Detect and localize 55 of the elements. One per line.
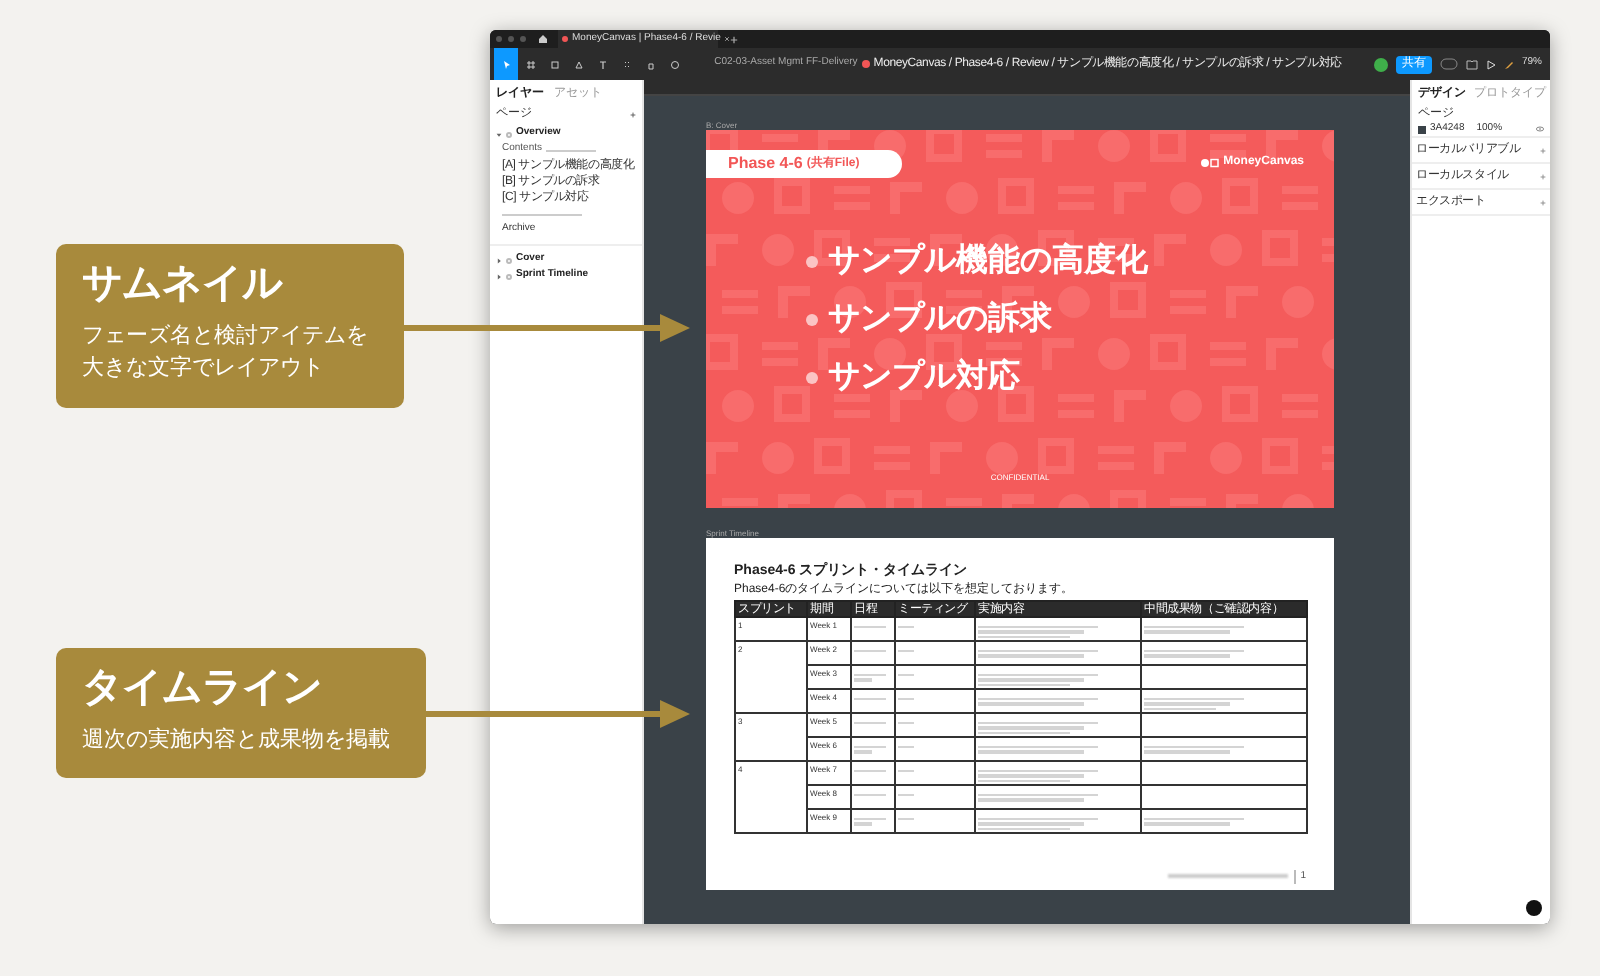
callout-title: サムネイル (82, 260, 285, 310)
blurred-text (978, 625, 1098, 638)
home-icon[interactable] (538, 34, 548, 44)
cursor-icon (501, 59, 511, 69)
play-icon[interactable] (1485, 59, 1496, 69)
bullet-text: サンプル機能の高度化 (828, 240, 1148, 282)
square-icon (550, 59, 560, 69)
blurred-text (1144, 697, 1244, 710)
blurred-text (1144, 745, 1244, 753)
callout-description: 週次の実施内容と成果物を掲載 (82, 725, 390, 756)
blurred-text (978, 817, 1098, 830)
bullet-icon (806, 313, 818, 325)
blurred-text (854, 745, 886, 753)
page-icon (506, 257, 512, 263)
blurred-text (1168, 874, 1289, 879)
blurred-text (1144, 649, 1244, 657)
eye-icon[interactable] (1536, 126, 1544, 132)
callout-description: 大きな文字でレイアウト (82, 353, 324, 384)
avatar-icon[interactable] (1373, 57, 1388, 71)
file-icon (562, 36, 568, 42)
blurred-text (854, 673, 886, 681)
add-icon[interactable] (630, 111, 636, 117)
text-icon (598, 59, 608, 69)
page-icon (506, 273, 512, 279)
blurred-text (978, 673, 1098, 686)
callout-title: タイムライン (82, 664, 324, 714)
bullet-text: サンプル対応 (828, 356, 1020, 398)
bullet-icon (806, 371, 818, 383)
color-swatch[interactable] (1418, 125, 1426, 133)
page-icon (506, 131, 512, 137)
blurred-text (854, 817, 886, 825)
book-icon[interactable] (1465, 59, 1478, 69)
caret-icon[interactable] (496, 131, 502, 137)
blurred-text (1144, 625, 1244, 633)
blurred-text (978, 793, 1098, 801)
frame-icon (526, 59, 536, 69)
bullet-icon (806, 255, 818, 267)
blurred-text (978, 769, 1098, 782)
add-icon[interactable] (1540, 173, 1546, 179)
file-icon (861, 60, 870, 68)
blurred-text (978, 697, 1098, 705)
add-icon[interactable] (1540, 199, 1546, 205)
blurred-text (978, 721, 1098, 734)
blurred-text (978, 649, 1098, 657)
logo-icon (1199, 158, 1220, 168)
canvas[interactable] (644, 80, 1410, 924)
close-icon[interactable] (724, 36, 731, 42)
blurred-text (978, 745, 1098, 753)
comment-icon (670, 59, 680, 69)
bullet-text: サンプルの訴求 (828, 298, 1052, 340)
add-icon[interactable] (730, 35, 738, 43)
blurred-text (1144, 817, 1244, 825)
phase-title: Phase 4-6 (728, 152, 803, 176)
add-icon[interactable] (1540, 147, 1546, 153)
callout-description: フェーズ名と検討アイテムを (82, 322, 368, 352)
